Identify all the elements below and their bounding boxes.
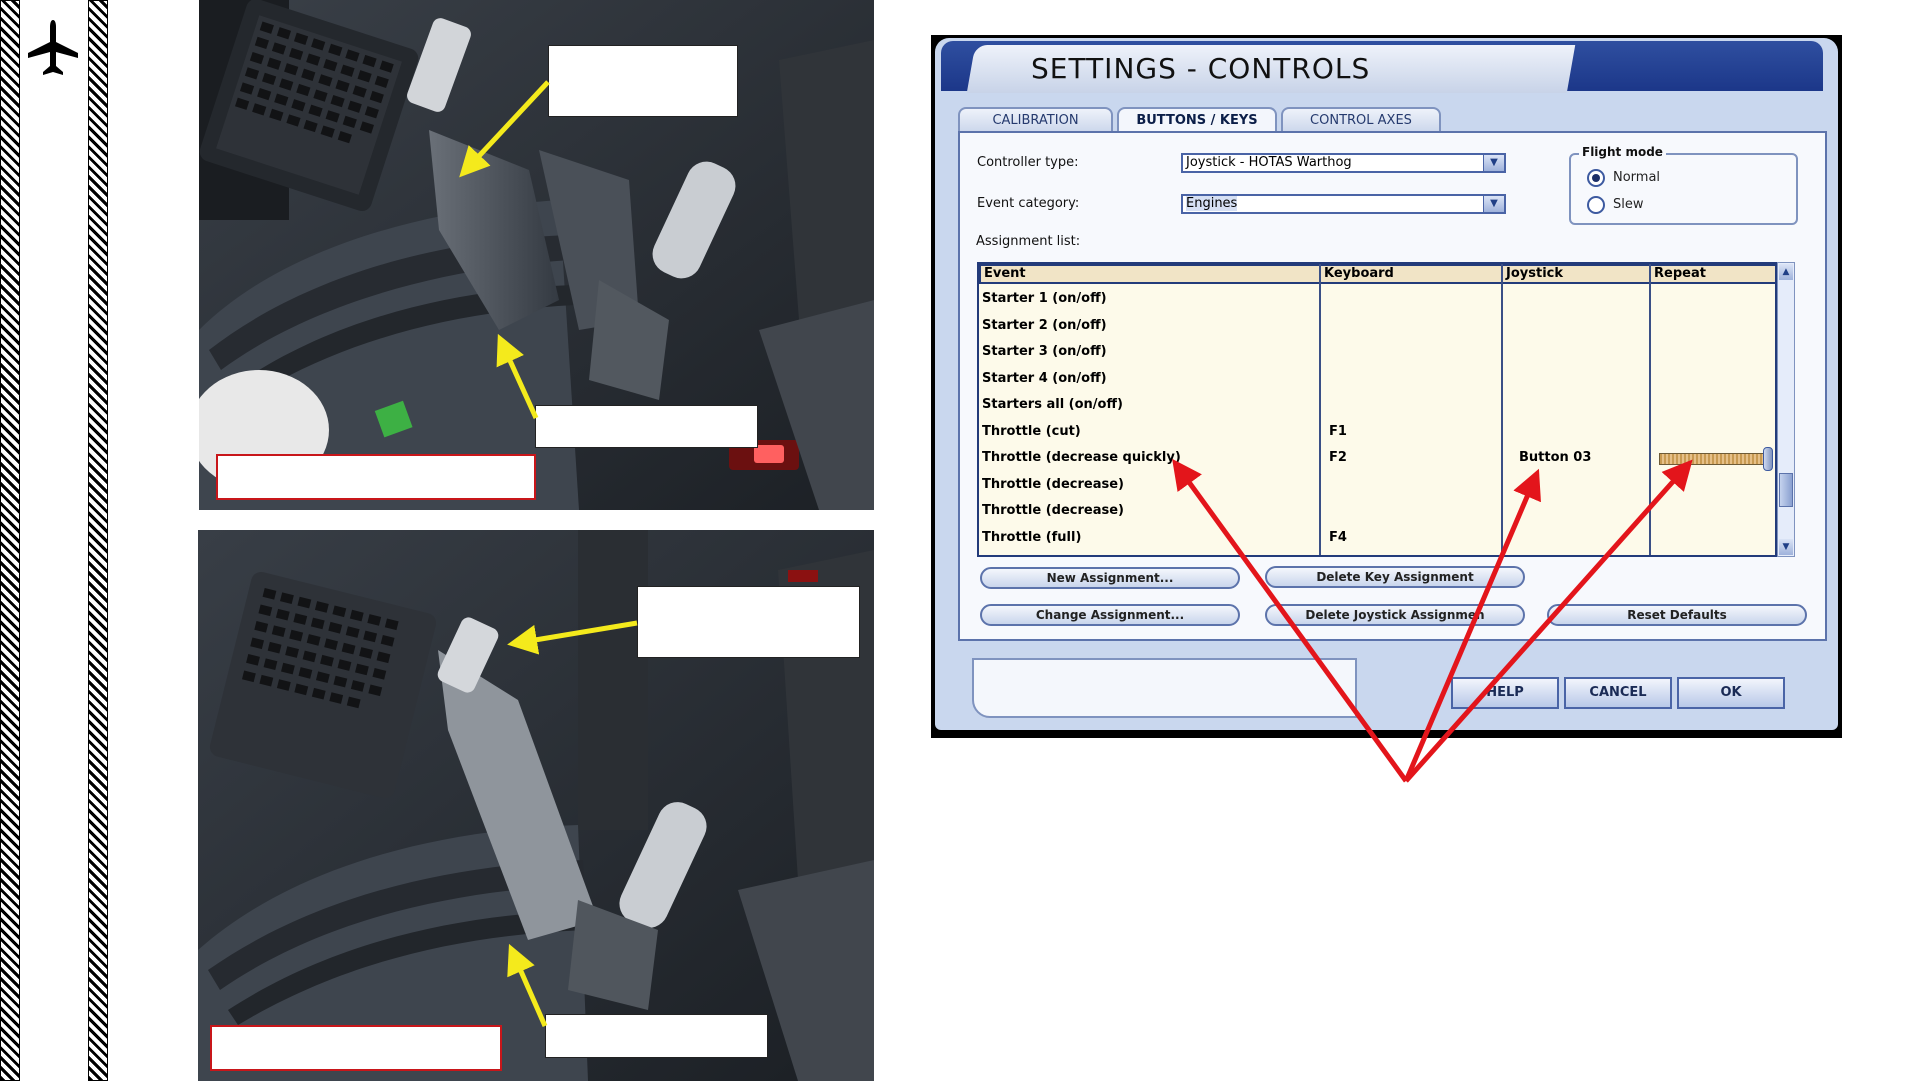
table-row[interactable]: Throttle (decrease) — [979, 498, 1775, 524]
new-assignment-button[interactable]: New Assignment... — [980, 567, 1240, 589]
reset-defaults-button[interactable]: Reset Defaults — [1547, 604, 1807, 626]
cancel-button[interactable]: CANCEL — [1564, 677, 1672, 709]
table-row[interactable]: Throttle (decrease) — [979, 472, 1775, 498]
dialog-title: SETTINGS - CONTROLS — [1031, 52, 1371, 85]
change-assignment-button[interactable]: Change Assignment... — [980, 604, 1240, 626]
ok-button[interactable]: OK — [1677, 677, 1785, 709]
column-header-joystick[interactable]: Joystick — [1501, 264, 1651, 284]
side-stripe-right — [88, 0, 108, 1081]
event-cell: Starter 4 (on/off) — [982, 370, 1107, 386]
radio-slew[interactable] — [1587, 196, 1605, 214]
tab-buttons-keys[interactable]: BUTTONS / KEYS — [1117, 107, 1277, 131]
tab-control-axes[interactable]: CONTROL AXES — [1281, 107, 1441, 131]
scrollbar-thumb[interactable] — [1779, 473, 1793, 507]
joystick-cell: Button 03 — [1519, 450, 1592, 465]
event-cell: Throttle (decrease) — [982, 476, 1124, 492]
chevron-down-icon[interactable]: ▼ — [1483, 155, 1504, 171]
settings-controls-dialog: SETTINGS - CONTROLS CALIBRATION BUTTONS … — [931, 35, 1842, 738]
event-cell: Starters all (on/off) — [982, 397, 1123, 412]
callout-label-box-red — [210, 1025, 502, 1071]
table-row[interactable]: Starter 1 (on/off) — [979, 286, 1775, 312]
table-row[interactable]: Starter 4 (on/off) — [979, 366, 1775, 392]
event-cell: Starter 3 (on/off) — [982, 344, 1107, 359]
assignment-scrollbar[interactable]: ▲ ▼ — [1777, 262, 1795, 557]
table-row[interactable]: Starters all (on/off) — [979, 392, 1775, 418]
help-button[interactable]: HELP — [1451, 677, 1559, 709]
keyboard-cell: F4 — [1329, 529, 1347, 545]
event-cell: Throttle (decrease quickly) — [982, 450, 1181, 465]
repeat-slider-handle[interactable] — [1763, 447, 1773, 471]
flight-mode-group: Flight mode Normal Slew — [1569, 145, 1798, 225]
chevron-down-icon[interactable]: ▼ — [1483, 196, 1504, 212]
column-header-keyboard[interactable]: Keyboard — [1319, 264, 1503, 284]
event-cell: Starter 1 (on/off) — [982, 291, 1107, 306]
delete-joystick-assignment-button[interactable]: Delete Joystick Assignmen — [1265, 604, 1525, 626]
radio-normal-label: Normal — [1613, 170, 1661, 185]
controller-type-value: Joystick - HOTAS Warthog — [1186, 155, 1352, 170]
event-category-label: Event category: — [977, 196, 1080, 211]
event-cell: Throttle (decrease) — [982, 503, 1124, 518]
keyboard-cell: F1 — [1329, 423, 1347, 439]
callout-label-box — [637, 586, 860, 658]
keyboard-cell: F2 — [1329, 450, 1347, 465]
controller-type-label: Controller type: — [977, 155, 1079, 170]
dialog-bottom-panel — [972, 658, 1357, 718]
event-category-select[interactable]: Engines ▼ — [1181, 194, 1506, 214]
callout-label-box-red — [216, 454, 536, 500]
assignment-table: Event Keyboard Joystick Repeat Starter 1… — [977, 262, 1777, 557]
table-row[interactable]: Throttle (full) F4 — [979, 525, 1775, 551]
callout-label-box — [548, 45, 738, 117]
arrow-down-icon[interactable]: ▼ — [1779, 539, 1793, 555]
radio-slew-label: Slew — [1613, 197, 1644, 212]
table-row[interactable]: Throttle (decrease quickly) F2 Button 03 — [979, 445, 1775, 471]
callout-label-box — [535, 405, 758, 448]
column-header-event[interactable]: Event — [979, 264, 1321, 284]
tab-calibration[interactable]: CALIBRATION — [958, 107, 1113, 131]
callout-label-box — [545, 1014, 768, 1058]
event-cell: Starter 2 (on/off) — [982, 317, 1107, 333]
table-row[interactable]: Starter 2 (on/off) — [979, 313, 1775, 339]
side-stripe-left — [0, 0, 20, 1081]
event-cell: Throttle (cut) — [982, 423, 1081, 439]
flight-mode-legend: Flight mode — [1579, 145, 1666, 159]
event-cell: Throttle (full) — [982, 529, 1082, 545]
event-category-value: Engines — [1186, 196, 1238, 211]
table-row[interactable]: Throttle (cut) F1 — [979, 419, 1775, 445]
radio-normal[interactable] — [1587, 169, 1605, 187]
delete-key-assignment-button[interactable]: Delete Key Assignment — [1265, 566, 1525, 588]
repeat-slider-track[interactable] — [1659, 453, 1769, 465]
airplane-icon — [28, 20, 78, 75]
table-row[interactable]: Starter 3 (on/off) — [979, 339, 1775, 365]
assignment-list-label: Assignment list: — [976, 234, 1081, 249]
column-header-repeat[interactable]: Repeat — [1649, 264, 1775, 284]
arrow-up-icon[interactable]: ▲ — [1779, 264, 1793, 280]
controller-type-select[interactable]: Joystick - HOTAS Warthog ▼ — [1181, 153, 1506, 173]
